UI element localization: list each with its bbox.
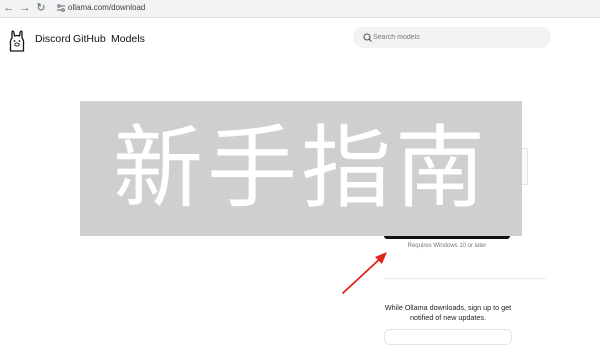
back-arrow-icon[interactable]: ←: [2, 1, 16, 15]
email-field[interactable]: [384, 329, 512, 345]
reload-icon[interactable]: ↻: [34, 1, 48, 15]
site-info-icon[interactable]: [56, 3, 66, 13]
search-bar[interactable]: [353, 27, 551, 48]
nav-github-link[interactable]: GitHub: [73, 32, 106, 46]
section-divider: [384, 278, 546, 279]
forward-arrow-icon[interactable]: →: [18, 1, 32, 15]
annotation-arrow-icon: [335, 246, 395, 301]
guide-overlay-banner: 新手指南: [80, 101, 522, 236]
ollama-logo-icon[interactable]: [8, 29, 26, 53]
search-input[interactable]: [373, 27, 543, 48]
signup-notice-text: While Ollama downloads, sign up to get n…: [384, 303, 512, 322]
guide-overlay-title: 新手指南: [113, 116, 489, 221]
browser-toolbar: ← → ↻ ollama.com/download: [0, 0, 600, 18]
nav-models-link[interactable]: Models: [111, 32, 145, 46]
download-button[interactable]: [384, 236, 510, 239]
address-bar-url[interactable]: ollama.com/download: [68, 2, 145, 14]
nav-discord-link[interactable]: Discord: [35, 32, 71, 46]
system-requirement-text: Requires Windows 10 or later: [407, 243, 487, 249]
